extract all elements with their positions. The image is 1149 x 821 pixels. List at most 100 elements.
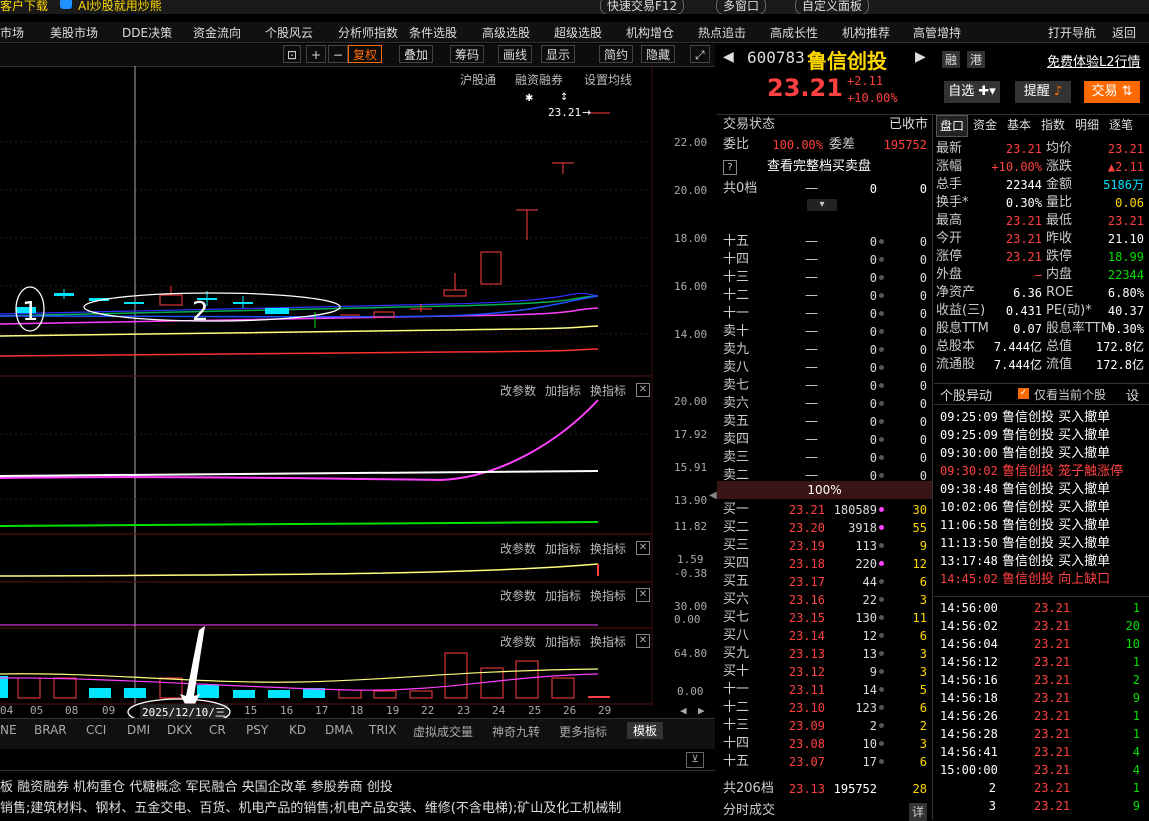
tab-magic-nine[interactable]: 神奇九转 [492,723,540,740]
tab-pankou[interactable]: 盘口 [936,115,969,137]
buy-level-row[interactable]: 买三 23.19 113 9 [717,537,932,555]
sell-level-row[interactable]: 卖九 — 0 0 [717,341,932,359]
ma-setting-link[interactable]: 设置均线 [584,71,632,88]
sell-level-row[interactable]: 十四 — 0 0 [717,251,932,269]
menu-item-analyst-index[interactable]: 分析师指数 [338,24,398,41]
tab-psy[interactable]: PSY [246,723,268,737]
menu-item-inst-recommend[interactable]: 机构推荐 [842,24,890,41]
close-icon[interactable]: ✕ [636,634,650,648]
tab-fund[interactable]: 资金 [970,115,1000,135]
switch-indicator-link[interactable]: 换指标 [590,382,626,399]
sell-level-row[interactable]: 卖七 — 0 0 [717,377,932,395]
buy-level-row[interactable]: 买二 23.20 3918 55 [717,519,932,537]
change-param-link[interactable]: 改参数 [500,587,536,604]
splitter-handle[interactable]: ◀ [709,490,717,530]
detail-button[interactable]: 详 [909,803,928,821]
only-current-label[interactable]: 仅看当前个股 [1034,386,1106,403]
tab-trix[interactable]: TRIX [369,723,396,737]
buy-level-row[interactable]: 买六 23.16 22 3 [717,591,932,609]
buy-level-row[interactable]: 买五 23.17 44 6 [717,573,932,591]
fuquan-button[interactable]: 复权 [348,45,383,63]
event-row[interactable]: 09:38:48 鲁信创投 买入撤单 [940,480,1110,498]
zoom-in-button[interactable]: + [306,45,327,63]
zoom-out-button[interactable]: − [328,45,349,63]
event-row[interactable]: 10:02:06 鲁信创投 买入撤单 [940,498,1110,516]
event-row[interactable]: 09:30:02 鲁信创投 笼子触涨停 [940,462,1123,480]
add-indicator-link[interactable]: 加指标 [545,540,581,557]
buy-level-row[interactable]: 十一 23.11 14 5 [717,681,932,699]
tab-ne[interactable]: NE [0,723,17,737]
template-button[interactable]: 模板 [627,722,664,739]
collapse-icon[interactable]: ⊻ [686,752,704,768]
event-row[interactable]: 11:13:50 鲁信创投 买入撤单 [940,534,1110,552]
event-row[interactable]: 09:25:09 鲁信创投 买入撤单 [940,426,1110,444]
free-l2-link[interactable]: 免费体验L2行情 [1047,51,1141,70]
buy-level-row[interactable]: 十五 23.07 17 6 [717,753,932,771]
hk-badge[interactable]: 港 [967,51,986,68]
buy-level-row[interactable]: 十四 23.08 10 3 [717,735,932,753]
ai-banner[interactable]: AI炒股就用炒熊 [78,0,162,14]
fullscreen-icon[interactable]: ⤢ [690,45,710,63]
menu-item-dde[interactable]: DDE决策 [122,24,172,41]
buy-level-row[interactable]: 十二 23.10 123 6 [717,699,932,717]
add-indicator-link[interactable]: 加指标 [545,587,581,604]
lock-icon[interactable]: ⊡ [283,45,302,63]
menu-item-us-market[interactable]: 美股市场 [50,24,98,41]
sell-level-row[interactable]: 卖三 — 0 0 [717,449,932,467]
menu-item-fund-flow[interactable]: 资金流向 [193,24,241,41]
horizontal-scrollbar[interactable] [0,741,715,749]
quick-trade-button[interactable]: 快速交易F12 [600,0,685,14]
menu-item-super-pick[interactable]: 超级选股 [554,24,602,41]
download-link[interactable]: 客户下载 [0,0,48,14]
buy-level-row[interactable]: 买七 23.15 130 11 [717,609,932,627]
tab-kd[interactable]: KD [289,723,306,737]
add-indicator-link[interactable]: 加指标 [545,633,581,650]
buy-level-row[interactable]: 十三 23.09 2 2 [717,717,932,735]
event-row[interactable]: 13:17:48 鲁信创投 买入撤单 [940,552,1110,570]
tab-cci[interactable]: CCI [86,723,106,737]
change-param-link[interactable]: 改参数 [500,540,536,557]
switch-indicator-link[interactable]: 换指标 [590,633,626,650]
tab-dmi[interactable]: DMI [127,723,150,737]
events-settings-button[interactable]: 设 [1126,385,1139,404]
event-row[interactable]: 09:25:09 鲁信创投 买入撤单 [940,408,1110,426]
tab-virtual-volume[interactable]: 虚拟成交量 [413,723,473,740]
menu-item-high-growth[interactable]: 高成长性 [770,24,818,41]
buy-level-row[interactable]: 买十 23.12 9 3 [717,663,932,681]
next-stock-icon[interactable]: ▶ [915,49,926,65]
tab-index[interactable]: 指数 [1038,115,1068,135]
event-row[interactable]: 09:30:00 鲁信创投 买入撤单 [940,444,1110,462]
menu-item-hotspot[interactable]: 热点追击 [698,24,746,41]
tab-tick[interactable]: 逐笔 [1106,115,1136,135]
collapse-chevron-icon[interactable]: ▾ [807,199,837,211]
simple-button[interactable]: 简约 [599,45,634,63]
sell-level-row[interactable]: 卖四 — 0 0 [717,431,932,449]
tab-more-indicators[interactable]: 更多指标 [559,723,607,740]
tab-cr[interactable]: CR [209,723,226,737]
sell-level-row[interactable]: 十五 — 0 0 [717,233,932,251]
tab-dkx[interactable]: DKX [167,723,192,737]
close-icon[interactable]: ✕ [636,588,650,602]
event-row[interactable]: 14:45:02 鲁信创投 向上缺口 [940,570,1110,588]
sell-level-row[interactable]: 卖八 — 0 0 [717,359,932,377]
margin-badge[interactable]: 融 [942,51,961,68]
menu-item-exec-increase[interactable]: 高管增持 [913,24,961,41]
menu-item-market[interactable]: 市场 [0,24,24,41]
multi-window-button[interactable]: 多窗口 [716,0,767,14]
tab-detail[interactable]: 明细 [1072,115,1102,135]
prev-stock-icon[interactable]: ◀ [723,49,734,65]
checkbox-checked-icon[interactable]: ✓ [1018,388,1029,399]
tab-brar[interactable]: BRAR [34,723,67,737]
change-param-link[interactable]: 改参数 [500,633,536,650]
trade-button[interactable]: 交易 ⇅ [1084,81,1140,103]
change-param-link[interactable]: 改参数 [500,382,536,399]
sell-level-row[interactable]: 十一 — 0 0 [717,305,932,323]
overlay-button[interactable]: 叠加 [399,45,434,63]
sell-level-row[interactable]: 十二 — 0 0 [717,287,932,305]
menu-item-stock-news[interactable]: 个股风云 [265,24,313,41]
margin-link[interactable]: 融资融券 [515,71,563,88]
custom-panel-button[interactable]: 自定义面板 [795,0,870,14]
buy-level-row[interactable]: 买九 23.13 13 3 [717,645,932,663]
close-icon[interactable]: ✕ [636,541,650,555]
sell-level-row[interactable]: 十三 — 0 0 [717,269,932,287]
